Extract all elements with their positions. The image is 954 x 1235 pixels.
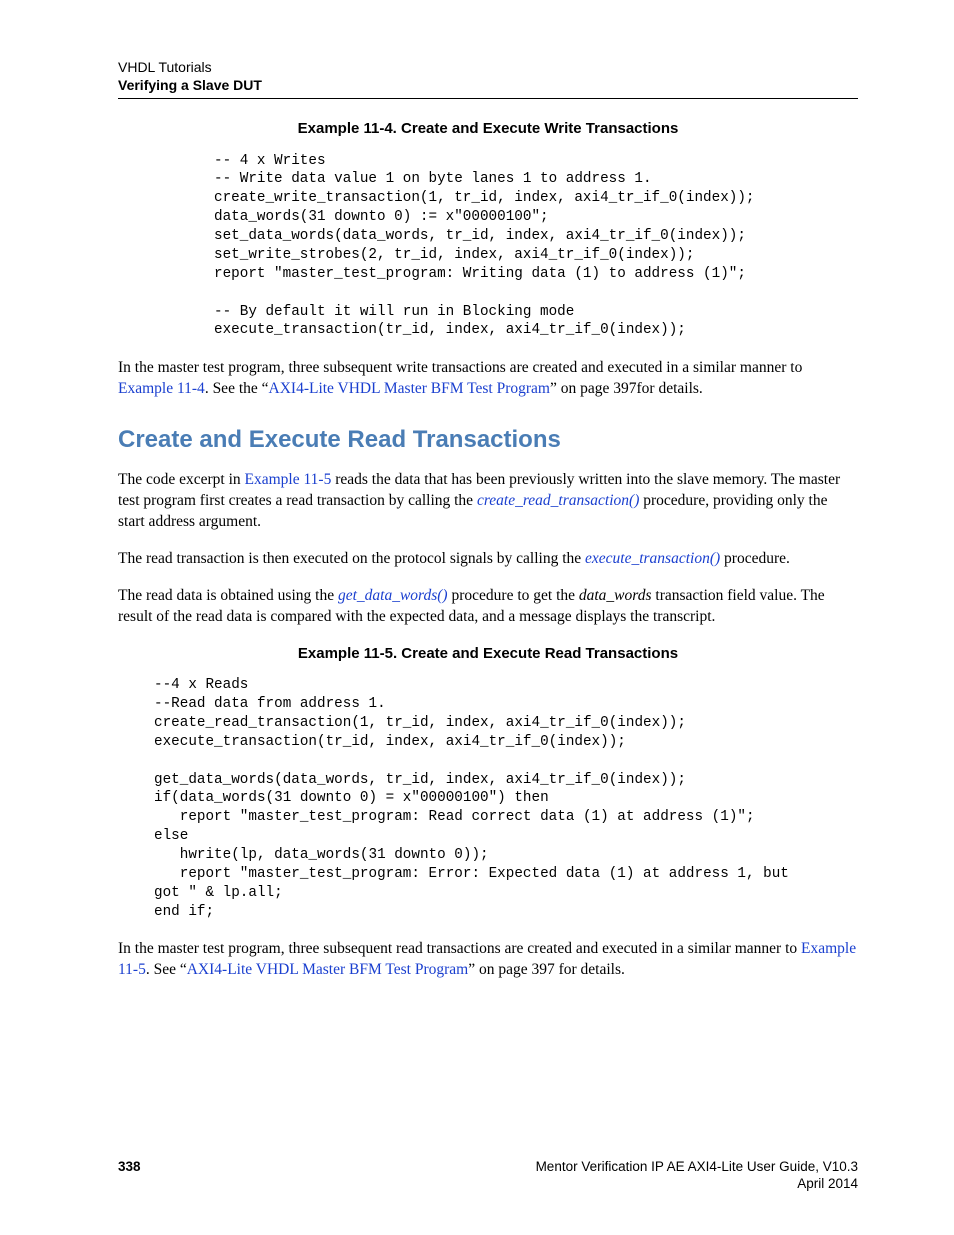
text: The read data is obtained using the (118, 587, 338, 604)
paragraph-after-11-4: In the master test program, three subseq… (118, 358, 858, 400)
text: procedure. (720, 550, 790, 567)
paragraph-exec-read: The read transaction is then executed on… (118, 549, 858, 570)
header-rule (118, 98, 858, 99)
text: . See “ (146, 961, 187, 978)
paragraph-after-11-5: In the master test program, three subseq… (118, 939, 858, 981)
page: VHDL Tutorials Verifying a Slave DUT Exa… (0, 0, 954, 1235)
example-11-5-title: Example 11-5. Create and Execute Read Tr… (118, 644, 858, 664)
italic-data-words: data_words (579, 587, 652, 604)
page-number: 338 (118, 1158, 141, 1176)
text: The code excerpt in (118, 471, 245, 488)
text: ” on page 397for details. (550, 380, 703, 397)
paragraph-intro-read: The code excerpt in Example 11-5 reads t… (118, 470, 858, 533)
paragraph-get-words: The read data is obtained using the get_… (118, 586, 858, 628)
link-create-read-transaction[interactable]: create_read_transaction() (477, 492, 639, 509)
text: ” on page 397 for details. (468, 961, 625, 978)
link-axi4-master-bfm-b[interactable]: AXI4-Lite VHDL Master BFM Test Program (187, 961, 468, 978)
section-heading-read-transactions: Create and Execute Read Transactions (118, 424, 858, 456)
example-11-4-title: Example 11-4. Create and Execute Write T… (118, 119, 858, 139)
link-get-data-words[interactable]: get_data_words() (338, 587, 448, 604)
page-footer: 338 Mentor Verification IP AE AXI4-Lite … (118, 1158, 858, 1193)
link-axi4-master-bfm[interactable]: AXI4-Lite VHDL Master BFM Test Program (269, 380, 550, 397)
link-example-11-5[interactable]: Example 11-5 (245, 471, 332, 488)
footer-date: April 2014 (797, 1176, 858, 1191)
text: procedure to get the (448, 587, 579, 604)
example-11-5-code: --4 x Reads --Read data from address 1. … (154, 676, 858, 921)
text: . See the “ (205, 380, 269, 397)
running-header: VHDL Tutorials Verifying a Slave DUT (118, 58, 858, 94)
example-11-4-code: -- 4 x Writes -- Write data value 1 on b… (214, 152, 858, 341)
link-example-11-4[interactable]: Example 11-4 (118, 380, 205, 397)
text: The read transaction is then executed on… (118, 550, 585, 567)
footer-doc-title: Mentor Verification IP AE AXI4-Lite User… (536, 1159, 858, 1174)
header-chapter: VHDL Tutorials (118, 58, 858, 76)
link-execute-transaction[interactable]: execute_transaction() (585, 550, 720, 567)
header-section: Verifying a Slave DUT (118, 76, 858, 94)
text: In the master test program, three subseq… (118, 359, 802, 376)
text: In the master test program, three subseq… (118, 940, 801, 957)
